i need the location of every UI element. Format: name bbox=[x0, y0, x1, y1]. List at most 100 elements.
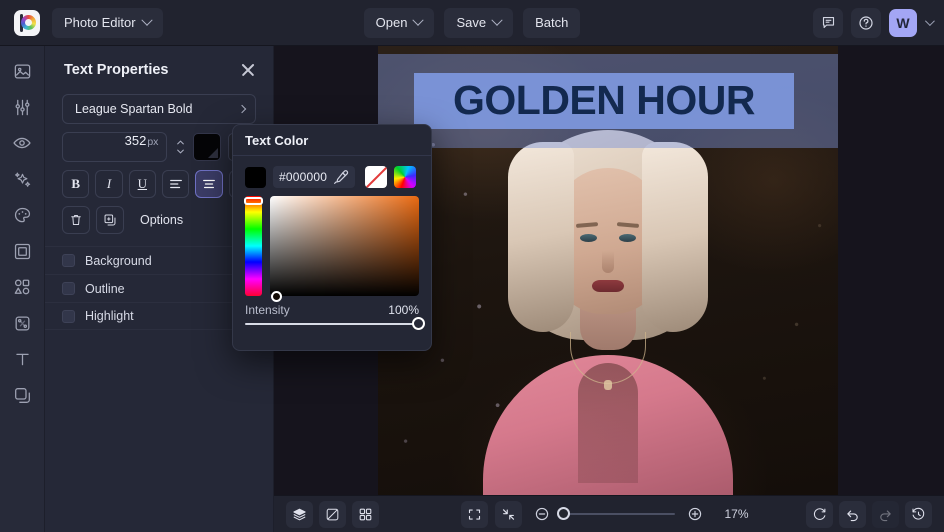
sidebar-item-layers[interactable] bbox=[7, 384, 37, 406]
align-left-button[interactable] bbox=[162, 170, 189, 198]
layers-button[interactable] bbox=[286, 501, 313, 528]
saturation-value-knob[interactable] bbox=[271, 291, 282, 302]
open-button[interactable]: Open bbox=[364, 8, 435, 38]
chevron-right-icon bbox=[238, 105, 246, 113]
sidebar-item-shapes[interactable] bbox=[7, 276, 37, 298]
sidebar-item-color[interactable] bbox=[7, 204, 37, 226]
batch-button[interactable]: Batch bbox=[523, 8, 580, 38]
sidebar-item-adjust[interactable] bbox=[7, 96, 37, 118]
outline-checkbox[interactable] bbox=[62, 282, 75, 295]
redo-button[interactable] bbox=[872, 501, 899, 528]
photo-editor-app: Photo Editor Open Save Batch bbox=[0, 0, 944, 532]
sidebar-item-effects[interactable] bbox=[7, 168, 37, 190]
redo-icon bbox=[878, 507, 893, 522]
reset-rotate-icon bbox=[812, 507, 827, 522]
bold-button[interactable]: B bbox=[62, 170, 89, 198]
options-button[interactable]: Options bbox=[130, 206, 193, 234]
delete-button[interactable] bbox=[62, 206, 90, 234]
saturation-value-field[interactable] bbox=[270, 196, 419, 296]
help-circle-icon bbox=[858, 15, 874, 31]
save-button[interactable]: Save bbox=[444, 8, 513, 38]
grid-icon bbox=[358, 507, 373, 522]
chevron-down-icon bbox=[413, 14, 424, 25]
intensity-label: Intensity bbox=[245, 303, 290, 317]
undo-icon bbox=[845, 507, 860, 522]
fit-screen-button[interactable] bbox=[461, 501, 488, 528]
comment-icon bbox=[821, 15, 836, 30]
sidebar-item-image[interactable] bbox=[7, 60, 37, 82]
rainbow-gradient-icon[interactable] bbox=[394, 166, 416, 188]
app-switcher-button[interactable]: Photo Editor bbox=[52, 8, 163, 38]
intensity-value: 100% bbox=[388, 303, 419, 317]
current-color-swatch[interactable] bbox=[245, 167, 266, 188]
reset-button[interactable] bbox=[806, 501, 833, 528]
text-color-popup-header: Text Color bbox=[233, 125, 431, 156]
font-size-input[interactable]: 352 px bbox=[62, 132, 167, 162]
color-picker-area bbox=[233, 196, 431, 296]
zoom-in-button[interactable] bbox=[682, 501, 709, 528]
necklace-pendant bbox=[604, 380, 612, 390]
intensity-slider[interactable] bbox=[245, 323, 419, 325]
chevron-down-icon bbox=[141, 14, 152, 25]
highlight-checkbox[interactable] bbox=[62, 310, 75, 323]
image-icon bbox=[13, 62, 32, 81]
feedback-button[interactable] bbox=[813, 8, 843, 38]
avatar-initial: W bbox=[896, 15, 909, 31]
text-color-swatch-button[interactable] bbox=[193, 133, 221, 161]
history-button[interactable] bbox=[905, 501, 932, 528]
zoom-level-value: 17% bbox=[716, 507, 758, 521]
brand-color-wheel-icon[interactable] bbox=[14, 10, 40, 36]
shrink-to-fit-button[interactable] bbox=[495, 501, 522, 528]
sidebar-item-frame[interactable] bbox=[7, 240, 37, 262]
zoom-out-icon bbox=[534, 506, 550, 522]
color-input-row: #000000 bbox=[233, 156, 431, 196]
zoom-slider-knob[interactable] bbox=[557, 507, 570, 520]
font-size-value: 352 bbox=[125, 133, 147, 148]
options-label: Options bbox=[140, 213, 183, 227]
font-size-unit: px bbox=[147, 136, 158, 148]
highlight-label: Highlight bbox=[85, 309, 134, 323]
canvas-text-layer[interactable]: GOLDEN HOUR bbox=[414, 72, 794, 128]
sidebar-item-retouch[interactable] bbox=[7, 132, 37, 154]
font-family-select[interactable]: League Spartan Bold bbox=[62, 94, 256, 124]
outline-label: Outline bbox=[85, 282, 125, 296]
align-center-icon bbox=[202, 177, 216, 191]
account-chevron-down-icon[interactable] bbox=[925, 16, 935, 26]
history-controls-group bbox=[806, 501, 932, 528]
font-size-stepper[interactable] bbox=[174, 140, 186, 154]
grid-view-button[interactable] bbox=[352, 501, 379, 528]
text-action-buttons: Options bbox=[62, 206, 256, 234]
photo-canvas[interactable]: GOLDEN HOUR bbox=[378, 46, 838, 495]
hue-slider-knob[interactable] bbox=[244, 197, 263, 205]
text-t-icon bbox=[13, 350, 32, 369]
help-button[interactable] bbox=[851, 8, 881, 38]
align-center-button[interactable] bbox=[195, 170, 222, 198]
close-icon[interactable] bbox=[239, 61, 257, 79]
no-color-icon[interactable] bbox=[365, 166, 387, 188]
duplicate-button[interactable] bbox=[96, 206, 124, 234]
hair-right bbox=[642, 142, 708, 332]
intensity-slider-knob[interactable] bbox=[412, 317, 425, 330]
sidebar-item-transform[interactable] bbox=[7, 312, 37, 334]
zoom-slider[interactable] bbox=[563, 513, 675, 515]
avatar[interactable]: W bbox=[889, 9, 917, 37]
hex-input[interactable]: #000000 bbox=[273, 166, 355, 188]
stepper-up-icon bbox=[177, 140, 184, 145]
compare-button[interactable] bbox=[319, 501, 346, 528]
underline-button[interactable]: U bbox=[129, 170, 156, 198]
eyedropper-icon[interactable] bbox=[332, 169, 349, 186]
sidebar-item-text[interactable] bbox=[7, 348, 37, 370]
hex-value: #000000 bbox=[279, 170, 327, 184]
background-checkbox[interactable] bbox=[62, 254, 75, 267]
hue-slider[interactable] bbox=[245, 196, 262, 296]
shrink-to-fit-icon bbox=[501, 507, 516, 522]
page-title: Text Properties bbox=[64, 62, 169, 78]
batch-label: Batch bbox=[535, 15, 568, 30]
lips bbox=[592, 280, 624, 292]
font-size-row: 352 px bbox=[62, 132, 256, 162]
background-label: Background bbox=[85, 254, 152, 268]
undo-button[interactable] bbox=[839, 501, 866, 528]
eye-right bbox=[619, 234, 636, 242]
italic-button[interactable]: I bbox=[95, 170, 122, 198]
zoom-out-button[interactable] bbox=[529, 501, 556, 528]
